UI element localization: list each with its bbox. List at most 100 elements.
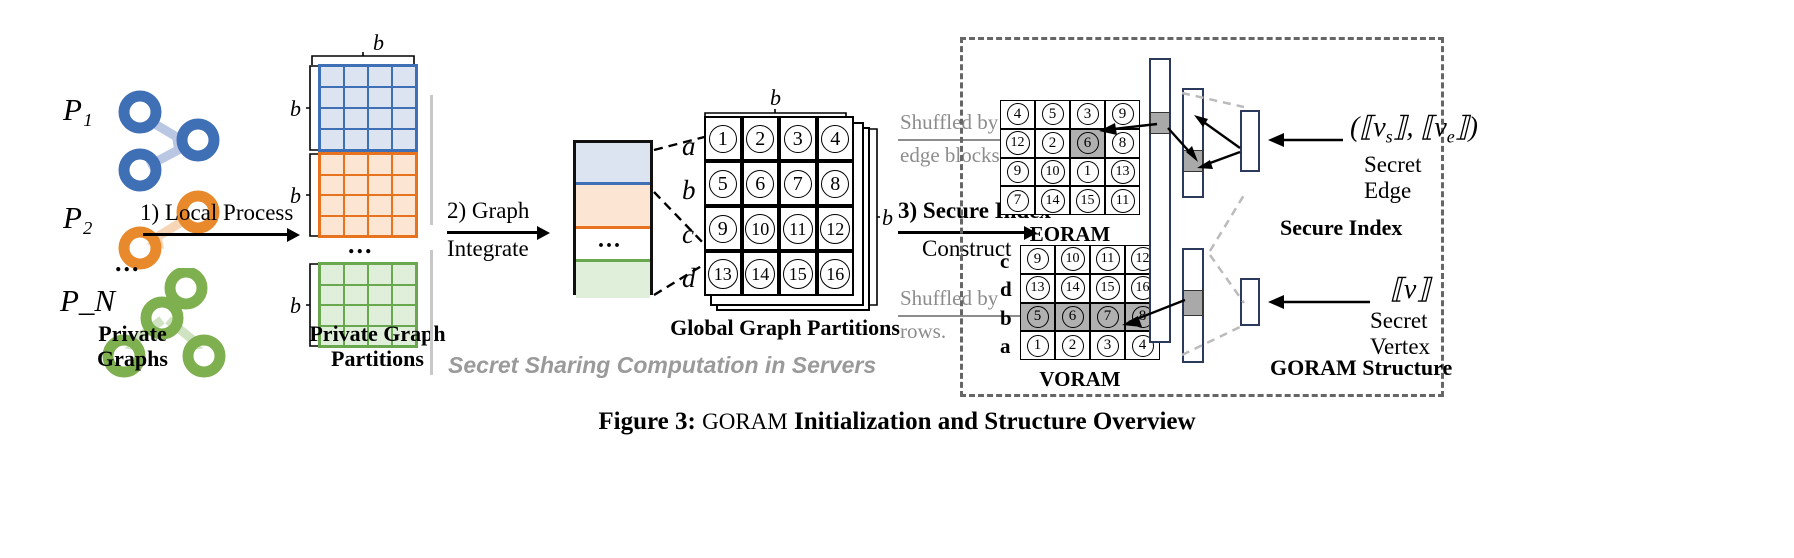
circled-number: 11 xyxy=(1110,188,1135,213)
secret-edge-sym-mid: ⟧, ⟦v xyxy=(1392,112,1447,143)
voram-row-label-a: a xyxy=(1000,334,1011,358)
divider-left-bottom xyxy=(430,250,433,375)
global-grid-cell: 8 xyxy=(816,161,854,206)
private-partitions-caption-line2: Partitions xyxy=(331,345,424,371)
global-grid-cell: 2 xyxy=(741,116,779,161)
oram-cell: 14 xyxy=(1055,273,1090,303)
oram-cell: 13 xyxy=(1020,273,1055,303)
voram-row-label-d: d xyxy=(1000,277,1012,301)
secret-edge-sym-end: ⟧) xyxy=(1454,112,1478,143)
private-partitions-caption-line1: Private Graph xyxy=(309,321,446,346)
circled-number: 5 xyxy=(708,169,737,198)
global-grid-cell: 6 xyxy=(741,161,779,206)
circled-number: 11 xyxy=(782,213,813,244)
oram-cell: 7 xyxy=(1000,186,1035,215)
stack-ellipsis: ... xyxy=(598,227,622,253)
secret-vertex-arrow xyxy=(1268,295,1370,309)
global-grid-cell: 11 xyxy=(779,206,817,251)
global-grid-cell: 7 xyxy=(779,161,817,206)
global-grid-cell: 10 xyxy=(741,206,779,251)
oram-cell: 5 xyxy=(1020,302,1055,332)
party-label-p1: P₁ xyxy=(63,92,93,127)
circled-number: 1 xyxy=(1026,334,1049,357)
circled-number: 2 xyxy=(1061,334,1084,357)
stack-segment-green xyxy=(576,259,650,298)
global-grid-cell: 12 xyxy=(816,206,854,251)
circled-number: 9 xyxy=(1006,160,1029,183)
global-row-label-c: c xyxy=(682,219,694,249)
voram-to-index-arrow xyxy=(1122,298,1186,327)
step-1-label: 1) Local Process xyxy=(140,200,294,225)
circled-number: 11 xyxy=(1095,247,1120,272)
global-right-dim-label: b xyxy=(882,205,893,230)
shuffle-rows-line2: rows. xyxy=(900,319,947,343)
oram-cell: 9 xyxy=(1020,245,1055,274)
oram-cell: 6 xyxy=(1055,302,1090,332)
circled-number: 2 xyxy=(746,124,775,153)
circled-number: 2 xyxy=(1041,132,1064,155)
circled-number: 14 xyxy=(1060,276,1085,301)
oram-cell: 4 xyxy=(1000,100,1035,129)
figure-caption: Figure 3: GORAM Initialization and Struc… xyxy=(0,408,1794,436)
circled-number: 9 xyxy=(708,214,737,243)
oram-cell: 9 xyxy=(1000,157,1035,187)
partition-left-dim-label-2: b xyxy=(290,183,301,208)
figure-caption-prefix: Figure 3: xyxy=(598,408,696,435)
secret-vertex-sym-close: ⟧ xyxy=(1416,274,1431,305)
figure-caption-rest: Initialization and Structure Overview xyxy=(793,408,1196,435)
circled-number: 5 xyxy=(1041,103,1064,126)
goram-structure-title: GORAM Structure xyxy=(1270,355,1453,380)
oram-cell: 11 xyxy=(1105,186,1140,215)
secret-edge-sym-open: (⟦v xyxy=(1350,112,1386,143)
oram-cell: 1 xyxy=(1070,157,1105,187)
global-graph-partitions-group: b a b c d 1 2 3 4 5 6 7 8 9 10 11 12 13 14 15 16 b Glob… xyxy=(660,85,900,345)
circled-number: 5 xyxy=(1026,305,1049,328)
circled-number: 16 xyxy=(820,258,851,289)
private-partition-matrix-2 xyxy=(318,152,418,238)
global-grid-cell: 3 xyxy=(779,116,817,161)
secret-edge-caption: Secret Edge xyxy=(1364,152,1422,203)
oram-cell: 12 xyxy=(1000,128,1035,158)
integrated-graph-stack: ... xyxy=(573,140,653,298)
secret-vertex-symbol: ⟦v⟧ xyxy=(1390,272,1430,306)
circled-number: 12 xyxy=(820,213,851,244)
oram-cell: 10 xyxy=(1035,157,1070,187)
oram-cell: 2 xyxy=(1035,128,1070,158)
secret-vertex-sym-open: ⟦v xyxy=(1390,274,1417,305)
secret-vertex-caption: Secret Vertex xyxy=(1370,308,1431,359)
circled-number: 6 xyxy=(746,169,775,198)
secret-edge-sub-s: s xyxy=(1385,126,1393,147)
party-label-p2: P₂ xyxy=(63,200,93,235)
circled-number: 13 xyxy=(1110,159,1135,184)
global-row-label-b: b xyxy=(682,175,696,205)
circled-number: 13 xyxy=(1025,276,1050,301)
circled-number: 15 xyxy=(1075,188,1100,213)
secret-sharing-note: Secret Sharing Computation in Servers xyxy=(448,352,877,378)
private-graphs-caption-line1: Private xyxy=(98,321,167,346)
global-right-bracket xyxy=(868,128,880,306)
private-graphs-caption-line2: Graphs xyxy=(97,345,168,371)
global-top-dim-label: b xyxy=(770,85,781,110)
secret-edge-symbol: (⟦vs⟧, ⟦ve⟧) xyxy=(1350,110,1478,148)
oram-cell: 5 xyxy=(1035,100,1070,129)
oram-cell: 13 xyxy=(1105,157,1140,187)
global-grid-cell: 14 xyxy=(741,251,779,296)
voram-row-label-b: b xyxy=(1000,306,1012,330)
private-partitions-caption: Private Graph Partitions xyxy=(285,321,470,371)
oram-cell: 3 xyxy=(1090,331,1125,360)
stack-segment-blue xyxy=(576,143,650,185)
global-grid-cell: 4 xyxy=(816,116,854,161)
eoram-title: EORAM xyxy=(1029,222,1111,246)
oram-cell: 14 xyxy=(1035,186,1070,215)
private-graphs-caption: Private Graphs xyxy=(60,321,205,371)
divider-left-top xyxy=(430,95,433,225)
circled-number: 6 xyxy=(1061,305,1084,328)
circled-number: 10 xyxy=(745,213,776,244)
circled-number: 8 xyxy=(821,169,850,198)
global-grid-cell: 5 xyxy=(704,161,742,206)
global-row-label-a: a xyxy=(682,131,696,161)
stack-segment-orange xyxy=(576,185,650,229)
partition-left-dim-label-3: b xyxy=(290,293,301,318)
secret-edge-arrow xyxy=(1268,133,1343,147)
circled-number: 14 xyxy=(1040,188,1065,213)
